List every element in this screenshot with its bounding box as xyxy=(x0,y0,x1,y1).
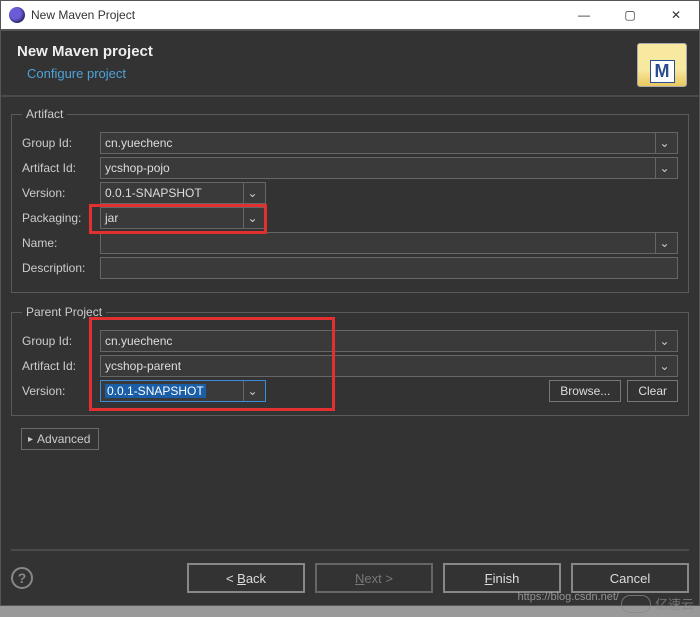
advanced-label: Advanced xyxy=(37,432,90,446)
app-icon xyxy=(9,7,25,23)
chevron-down-icon[interactable]: ⌄ xyxy=(655,233,673,253)
parent-version-combo[interactable]: 0.0.1-SNAPSHOT ⌄ xyxy=(100,380,266,402)
packaging-combo[interactable]: jar ⌄ xyxy=(100,207,266,229)
packaging-value: jar xyxy=(105,211,243,225)
cloud-icon xyxy=(621,595,651,613)
page-title: New Maven project xyxy=(17,43,683,60)
group-id-label: Group Id: xyxy=(22,136,100,150)
parent-project-group: Parent Project Group Id: cn.yuechenc ⌄ A… xyxy=(11,305,689,416)
version-label: Version: xyxy=(22,186,100,200)
name-label: Name: xyxy=(22,236,100,250)
button-bar: ? < Back Next > Finish Cancel xyxy=(11,549,689,593)
packaging-label: Packaging: xyxy=(22,211,100,225)
dialog-body: New Maven project Configure project M Ar… xyxy=(0,30,700,606)
version-value: 0.0.1-SNAPSHOT xyxy=(105,186,243,200)
close-button[interactable]: ✕ xyxy=(653,0,699,30)
next-button: Next > xyxy=(315,563,433,593)
chevron-down-icon[interactable]: ⌄ xyxy=(243,208,261,228)
minimize-button[interactable]: — xyxy=(561,0,607,30)
parent-legend: Parent Project xyxy=(22,305,106,319)
artifact-group: Artifact Group Id: cn.yuechenc ⌄ Artifac… xyxy=(11,107,689,293)
triangle-right-icon: ▸ xyxy=(28,434,33,445)
browse-button[interactable]: Browse... xyxy=(549,380,621,402)
description-input[interactable] xyxy=(100,257,678,279)
parent-artifact-id-combo[interactable]: ycshop-parent ⌄ xyxy=(100,355,678,377)
titlebar: New Maven Project — ▢ ✕ xyxy=(0,0,700,30)
name-combo[interactable]: ⌄ xyxy=(100,232,678,254)
group-id-value: cn.yuechenc xyxy=(105,136,655,150)
description-label: Description: xyxy=(22,261,100,275)
chevron-down-icon[interactable]: ⌄ xyxy=(655,133,673,153)
window-title: New Maven Project xyxy=(31,8,561,22)
dialog-header: New Maven project Configure project M xyxy=(1,31,699,97)
group-id-combo[interactable]: cn.yuechenc ⌄ xyxy=(100,132,678,154)
page-subtitle: Configure project xyxy=(17,66,683,81)
artifact-legend: Artifact xyxy=(22,107,67,121)
cancel-button[interactable]: Cancel xyxy=(571,563,689,593)
parent-group-id-label: Group Id: xyxy=(22,334,100,348)
advanced-toggle[interactable]: ▸ Advanced xyxy=(21,428,99,450)
chevron-down-icon[interactable]: ⌄ xyxy=(655,356,673,376)
parent-artifact-id-value: ycshop-parent xyxy=(105,359,655,373)
clear-button[interactable]: Clear xyxy=(627,380,678,402)
maven-icon: M xyxy=(637,43,687,87)
chevron-down-icon[interactable]: ⌄ xyxy=(243,381,261,401)
chevron-down-icon[interactable]: ⌄ xyxy=(243,183,261,203)
version-combo[interactable]: 0.0.1-SNAPSHOT ⌄ xyxy=(100,182,266,204)
watermark-text: https://blog.csdn.net/ xyxy=(517,591,619,603)
artifact-id-value: ycshop-pojo xyxy=(105,161,655,175)
parent-group-id-combo[interactable]: cn.yuechenc ⌄ xyxy=(100,330,678,352)
finish-button[interactable]: Finish xyxy=(443,563,561,593)
chevron-down-icon[interactable]: ⌄ xyxy=(655,158,673,178)
parent-version-label: Version: xyxy=(22,384,100,398)
content-area: Artifact Group Id: cn.yuechenc ⌄ Artifac… xyxy=(1,97,699,450)
parent-artifact-id-label: Artifact Id: xyxy=(22,359,100,373)
artifact-id-label: Artifact Id: xyxy=(22,161,100,175)
parent-version-value: 0.0.1-SNAPSHOT xyxy=(105,384,243,398)
artifact-id-combo[interactable]: ycshop-pojo ⌄ xyxy=(100,157,678,179)
back-button[interactable]: < Back xyxy=(187,563,305,593)
help-button[interactable]: ? xyxy=(11,567,33,589)
maximize-button[interactable]: ▢ xyxy=(607,0,653,30)
chevron-down-icon[interactable]: ⌄ xyxy=(655,331,673,351)
parent-group-id-value: cn.yuechenc xyxy=(105,334,655,348)
watermark-logo: 亿速云 xyxy=(621,594,694,613)
